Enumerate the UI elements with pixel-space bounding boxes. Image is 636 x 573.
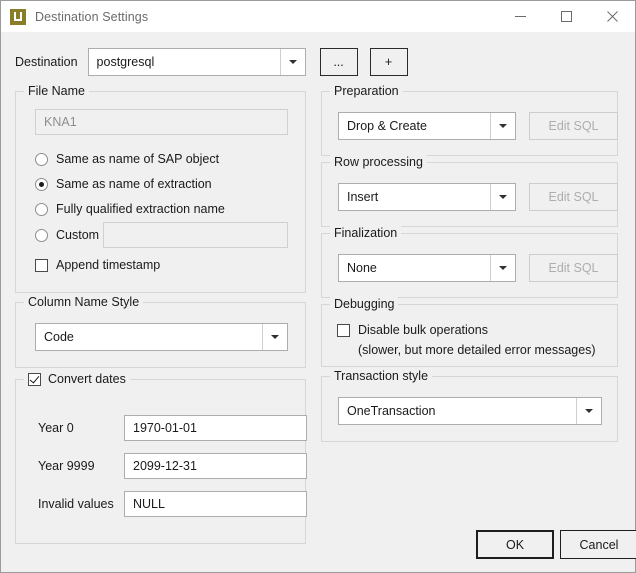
radio-label: Fully qualified extraction name: [56, 202, 225, 216]
row-processing-value: Insert: [347, 190, 379, 204]
chevron-down-icon[interactable]: [490, 113, 515, 139]
row-processing-group: Row processing Insert Edit SQL: [321, 155, 618, 227]
convert-dates-group: Convert dates Year 0 1970-01-01 Year 999…: [15, 372, 307, 544]
row-processing-edit-sql-button[interactable]: Edit SQL: [529, 183, 618, 211]
radio-indicator: [35, 202, 48, 216]
column-name-style-group-title: Column Name Style: [24, 295, 144, 310]
radio-label: Same as name of extraction: [56, 177, 212, 191]
checkbox-indicator: [35, 258, 48, 272]
custom-file-name-input[interactable]: [103, 222, 288, 248]
finalization-combobox[interactable]: None: [338, 254, 516, 282]
radio-indicator: [35, 152, 48, 166]
dialog-client-area: Destination postgresql ... + File Name K…: [1, 32, 636, 572]
convert-dates-label: Convert dates: [48, 372, 126, 386]
chevron-down-icon[interactable]: [262, 324, 287, 350]
file-name-input[interactable]: KNA1: [35, 109, 288, 135]
radio-same-as-sap-object[interactable]: Same as name of SAP object: [35, 152, 219, 166]
preparation-edit-sql-button[interactable]: Edit SQL: [529, 112, 618, 140]
column-name-style-combobox[interactable]: Code: [35, 323, 288, 351]
invalid-values-input[interactable]: NULL: [124, 491, 307, 517]
transaction-style-group-title: Transaction style: [330, 369, 433, 384]
transaction-style-group: Transaction style OneTransaction: [321, 369, 618, 442]
convert-dates-group-title: Convert dates: [24, 372, 130, 387]
finalization-value: None: [347, 261, 377, 275]
destination-combobox-value: postgresql: [96, 55, 155, 69]
destination-label: Destination: [15, 55, 78, 69]
chevron-down-icon[interactable]: [279, 49, 305, 75]
finalization-group-title: Finalization: [330, 226, 402, 241]
browse-destination-button[interactable]: ...: [319, 48, 358, 76]
disable-bulk-operations-checkbox[interactable]: Disable bulk operations: [337, 323, 488, 337]
checkbox-label: Append timestamp: [56, 258, 161, 272]
debugging-group: Debugging Disable bulk operations (slowe…: [321, 297, 618, 367]
year-9999-label: Year 9999: [38, 459, 95, 473]
close-icon[interactable]: [589, 1, 635, 32]
add-destination-button[interactable]: +: [369, 48, 408, 76]
window-controls: [497, 1, 635, 32]
debugging-group-title: Debugging: [330, 297, 399, 312]
minimize-icon[interactable]: [497, 1, 543, 32]
year-0-label: Year 0: [38, 421, 74, 435]
transaction-style-combobox[interactable]: OneTransaction: [338, 397, 602, 425]
file-name-group-title: File Name: [24, 84, 89, 99]
finalization-group: Finalization None Edit SQL: [321, 226, 618, 298]
radio-indicator: [35, 177, 48, 191]
column-name-style-value: Code: [44, 330, 74, 344]
year-9999-row: Year 9999 2099-12-31: [38, 453, 307, 479]
maximize-icon[interactable]: [543, 1, 589, 32]
cancel-button[interactable]: Cancel: [560, 530, 636, 559]
file-name-group: File Name KNA1 Same as name of SAP objec…: [15, 84, 306, 293]
window-title: Destination Settings: [35, 9, 149, 24]
append-timestamp-checkbox[interactable]: Append timestamp: [35, 258, 160, 272]
chevron-down-icon[interactable]: [490, 255, 515, 281]
invalid-values-row: Invalid values NULL: [38, 491, 307, 517]
checkbox-label: Disable bulk operations: [358, 323, 488, 337]
row-processing-combobox[interactable]: Insert: [338, 183, 516, 211]
invalid-values-label: Invalid values: [38, 497, 114, 511]
radio-label: Same as name of SAP object: [56, 152, 220, 166]
column-name-style-group: Column Name Style Code: [15, 295, 306, 368]
row-processing-group-title: Row processing: [330, 155, 427, 170]
year-9999-input[interactable]: 2099-12-31: [124, 453, 307, 479]
ok-button[interactable]: OK: [476, 530, 554, 559]
app-u-icon: [10, 8, 26, 25]
transaction-style-value: OneTransaction: [347, 404, 436, 418]
disable-bulk-operations-hint: (slower, but more detailed error message…: [358, 343, 596, 357]
radio-custom[interactable]: Custom: [35, 228, 99, 242]
chevron-down-icon[interactable]: [576, 398, 601, 424]
chevron-down-icon[interactable]: [490, 184, 515, 210]
title-bar: Destination Settings: [1, 1, 635, 32]
destination-combobox[interactable]: postgresql: [87, 48, 306, 76]
preparation-group-title: Preparation: [330, 84, 403, 99]
year-0-input[interactable]: 1970-01-01: [124, 415, 307, 441]
year-0-row: Year 0 1970-01-01: [38, 415, 307, 441]
preparation-value: Drop & Create: [347, 119, 427, 133]
radio-indicator: [35, 228, 48, 242]
radio-label: Custom: [56, 228, 100, 242]
convert-dates-checkbox[interactable]: [28, 373, 41, 386]
destination-settings-window: Destination Settings Destination postgre…: [0, 0, 636, 573]
checkbox-indicator: [337, 323, 350, 337]
radio-fully-qualified-name[interactable]: Fully qualified extraction name: [35, 202, 225, 216]
finalization-edit-sql-button[interactable]: Edit SQL: [529, 254, 618, 282]
preparation-group: Preparation Drop & Create Edit SQL: [321, 84, 618, 156]
radio-same-as-extraction[interactable]: Same as name of extraction: [35, 177, 212, 191]
destination-row: Destination postgresql ... +: [15, 48, 408, 76]
preparation-combobox[interactable]: Drop & Create: [338, 112, 516, 140]
